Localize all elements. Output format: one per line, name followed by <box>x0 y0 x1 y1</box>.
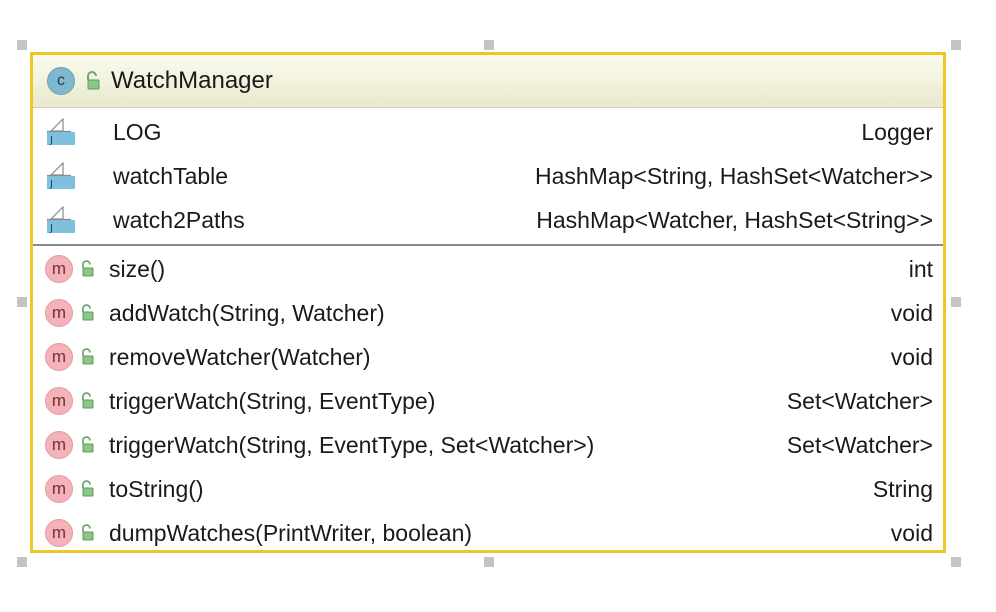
method-signature: size() <box>109 255 166 282</box>
field-icon: J <box>47 206 75 234</box>
method-icon-letter: m <box>51 479 67 498</box>
method-return-type: void <box>890 343 933 370</box>
method-signature: dumpWatches(PrintWriter, boolean) <box>109 519 473 546</box>
class-icon-letter: c <box>57 72 65 89</box>
field-icon: J <box>47 118 75 146</box>
method-signature: triggerWatch(String, EventType, Set<Watc… <box>109 431 595 458</box>
method-icon-letter: m <box>51 391 67 410</box>
resize-handle-bottom[interactable] <box>484 557 494 567</box>
unlocked-icon <box>82 436 94 453</box>
field-name: LOG <box>113 118 162 145</box>
svg-text:J: J <box>49 223 53 234</box>
methods-section: m size() int m addWatch(String, Watcher)… <box>33 246 943 555</box>
method-icon: m <box>45 255 73 283</box>
method-signature: removeWatcher(Watcher) <box>109 343 371 370</box>
class-header: c WatchManager <box>33 55 943 108</box>
method-row[interactable]: m triggerWatch(String, EventType) Set<Wa… <box>33 379 943 423</box>
method-icon: m <box>45 519 73 547</box>
unlocked-icon <box>82 260 94 277</box>
uml-class-box[interactable]: c WatchManager J LOG Logger J watchTable… <box>30 52 946 553</box>
method-icon-letter: m <box>51 303 67 322</box>
resize-handle-bottom-left[interactable] <box>17 557 27 567</box>
field-name: watchTable <box>113 162 229 189</box>
svg-text:J: J <box>49 135 53 146</box>
resize-handle-bottom-right[interactable] <box>951 557 961 567</box>
method-row[interactable]: m toString() String <box>33 467 943 511</box>
field-icon: J <box>47 162 75 190</box>
resize-handle-right[interactable] <box>951 297 961 307</box>
method-signature: toString() <box>109 475 204 502</box>
unlocked-icon <box>82 480 94 497</box>
method-return-type: String <box>872 475 933 502</box>
field-row[interactable]: J watchTable HashMap<String, HashSet<Wat… <box>33 154 943 198</box>
method-icon-letter: m <box>51 259 67 278</box>
method-icon: m <box>45 431 73 459</box>
method-icon-letter: m <box>51 347 67 366</box>
unlocked-icon <box>82 304 94 321</box>
unlocked-icon <box>82 348 94 365</box>
field-row[interactable]: J watch2Paths HashMap<Watcher, HashSet<S… <box>33 198 943 242</box>
field-name: watch2Paths <box>113 206 245 233</box>
field-row[interactable]: J LOG Logger <box>33 110 943 154</box>
method-row[interactable]: m triggerWatch(String, EventType, Set<Wa… <box>33 423 943 467</box>
unlocked-icon <box>82 392 94 409</box>
unlocked-icon <box>87 71 100 90</box>
class-icon: c <box>47 67 75 95</box>
method-row[interactable]: m size() int <box>33 247 943 291</box>
field-type: Logger <box>861 118 933 145</box>
svg-text:J: J <box>49 179 53 190</box>
method-return-type: int <box>908 255 933 282</box>
fields-section: J LOG Logger J watchTable HashMap<String… <box>33 108 943 246</box>
method-icon: m <box>45 299 73 327</box>
method-icon: m <box>45 387 73 415</box>
resize-handle-top-left[interactable] <box>17 40 27 50</box>
resize-handle-top-right[interactable] <box>951 40 961 50</box>
method-return-type: void <box>890 519 933 546</box>
method-row[interactable]: m addWatch(String, Watcher) void <box>33 291 943 335</box>
method-row[interactable]: m removeWatcher(Watcher) void <box>33 335 943 379</box>
method-icon: m <box>45 343 73 371</box>
unlocked-icon <box>82 524 94 541</box>
method-row[interactable]: m dumpWatches(PrintWriter, boolean) void <box>33 511 943 555</box>
resize-handle-left[interactable] <box>17 297 27 307</box>
field-type: HashMap<Watcher, HashSet<String>> <box>536 206 933 233</box>
method-return-type: Set<Watcher> <box>786 387 933 414</box>
method-return-type: void <box>890 299 933 326</box>
class-name: WatchManager <box>111 67 273 94</box>
method-return-type: Set<Watcher> <box>786 431 933 458</box>
method-icon: m <box>45 475 73 503</box>
method-icon-letter: m <box>51 435 67 454</box>
method-signature: addWatch(String, Watcher) <box>109 299 385 326</box>
method-signature: triggerWatch(String, EventType) <box>109 387 436 414</box>
field-type: HashMap<String, HashSet<Watcher>> <box>534 162 933 189</box>
method-icon-letter: m <box>51 523 67 542</box>
resize-handle-top[interactable] <box>484 40 494 50</box>
